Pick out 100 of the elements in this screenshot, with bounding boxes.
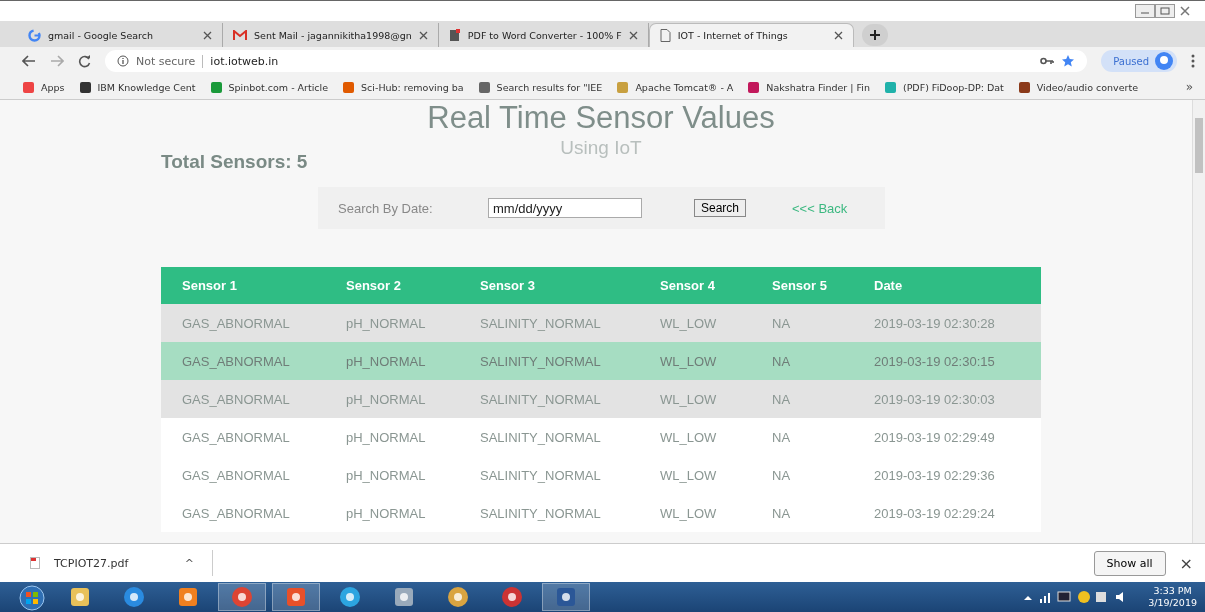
table-cell-text: 2019-03-19 02:30:28 <box>874 315 996 331</box>
table-cell-text: WL_LOW <box>660 467 718 483</box>
table-cell-text: NA <box>772 353 792 369</box>
bookmark-item[interactable]: Search results for "IEE <box>477 80 603 94</box>
close-icon[interactable] <box>203 30 212 40</box>
search-button[interactable]: Search <box>694 199 747 217</box>
bookmark-icon <box>616 80 630 94</box>
table-cell-text: WL_LOW <box>660 429 718 445</box>
profile-button[interactable]: Paused <box>1101 50 1177 72</box>
bookmark-label: Nakshatra Finder | Fin <box>766 81 870 93</box>
star-icon[interactable] <box>1061 54 1076 68</box>
bookmark-label: (PDF) FiDoop-DP: Dat <box>902 81 1004 93</box>
table-cell-text: pH_NORMAL <box>346 505 427 521</box>
table-cell-text: pH_NORMAL <box>346 353 427 369</box>
table-cell-text: NA <box>772 429 792 445</box>
page-subtitle: Using IoT <box>559 136 643 160</box>
table-cell-text: NA <box>772 391 792 407</box>
new-tab-icon[interactable] <box>861 24 888 46</box>
bookmark-item[interactable]: Spinbot.com - Article <box>209 80 329 94</box>
pdf-file-icon <box>30 557 40 569</box>
clock-time: 3:33 PM <box>1153 585 1192 597</box>
table-cell-text: GAS_ABNORMAL <box>182 467 291 483</box>
table-cell-text: 2019-03-19 02:29:36 <box>874 467 996 483</box>
table-cell-text: pH_NORMAL <box>346 429 427 445</box>
bookmark-item[interactable]: IBM Knowledge Cent <box>78 80 196 94</box>
bookmark-item[interactable]: Sci-Hub: removing ba <box>342 80 464 94</box>
column-header: Sensor 3 <box>480 278 536 293</box>
table-cell-text: WL_LOW <box>660 391 718 407</box>
bookmark-label: Apache Tomcat® - A <box>635 81 734 93</box>
table-cell-text: SALINITY_NORMAL <box>480 391 602 407</box>
bookmark-item[interactable]: Nakshatra Finder | Fin <box>747 80 870 94</box>
info-icon <box>117 55 129 67</box>
table-cell-text: 2019-03-19 02:29:49 <box>874 429 996 445</box>
tab-title: PDF to Word Converter - 100% F <box>467 29 622 41</box>
table-cell-text: SALINITY_NORMAL <box>480 353 602 369</box>
back-icon[interactable] <box>22 55 36 67</box>
table-cell-text: NA <box>772 505 792 521</box>
address-bar[interactable]: Not secure iot.iotweb.in <box>105 50 1088 72</box>
bookmark-icon <box>342 80 356 94</box>
menu-icon[interactable] <box>1191 54 1195 68</box>
taskbar-app-icon[interactable] <box>218 583 266 611</box>
bookmark-label: Apps <box>41 81 65 93</box>
bookmark-icon <box>209 80 223 94</box>
bookmark-icon <box>747 80 761 94</box>
download-item[interactable]: TCPIOT27.pdf ^ <box>30 550 213 576</box>
table-cell-text: WL_LOW <box>660 353 718 369</box>
caret-icon[interactable]: ^ <box>184 556 194 570</box>
close-icon[interactable] <box>628 30 638 40</box>
table-cell-text: 2019-03-19 02:30:03 <box>874 391 996 407</box>
reload-icon[interactable] <box>78 54 91 68</box>
table-cell-text: GAS_ABNORMAL <box>182 505 291 521</box>
browser-tab[interactable]: IOT - Internet of Things <box>648 23 854 47</box>
more-bookmarks[interactable]: » <box>1185 80 1193 94</box>
bookmark-icon <box>477 80 491 94</box>
close-icon[interactable] <box>833 31 843 40</box>
table-cell-text: pH_NORMAL <box>346 391 427 407</box>
table-cell-text: SALINITY_NORMAL <box>480 505 602 521</box>
bookmark-label: Spinbot.com - Article <box>228 81 329 93</box>
table-cell-text: WL_LOW <box>660 315 718 331</box>
bookmark-label: IBM Knowledge Cent <box>97 81 196 93</box>
table-cell-text: SALINITY_NORMAL <box>480 429 602 445</box>
bookmark-item[interactable]: Video/audio converte <box>1017 80 1138 94</box>
bookmark-icon <box>22 80 35 94</box>
bookmark-label: Search results for "IEE <box>496 81 603 93</box>
table-cell-text: 2019-03-19 02:30:15 <box>874 353 996 369</box>
document-icon <box>448 28 461 42</box>
table-cell-text: GAS_ABNORMAL <box>182 429 291 445</box>
table-cell-text: GAS_ABNORMAL <box>182 353 291 369</box>
bookmark-item[interactable]: Apps <box>22 80 65 94</box>
google-icon <box>28 28 41 42</box>
taskbar-app-icon[interactable] <box>542 583 590 611</box>
page-title: Real Time Sensor Values <box>426 100 776 136</box>
table-cell-text: SALINITY_NORMAL <box>480 467 602 483</box>
date-field[interactable]: mm/dd/yyyy <box>488 198 642 218</box>
table-cell-text: WL_LOW <box>660 505 718 521</box>
table-cell-text: pH_NORMAL <box>346 467 427 483</box>
bookmark-item[interactable]: (PDF) FiDoop-DP: Dat <box>883 80 1004 94</box>
bookmark-icon <box>78 80 92 94</box>
bookmark-item[interactable]: Apache Tomcat® - A <box>616 80 734 94</box>
search-label: Search By Date: <box>338 200 434 216</box>
file-name: TCPIOT27.pdf <box>54 556 129 570</box>
table-cell-text: GAS_ABNORMAL <box>182 391 291 407</box>
table-cell-text: NA <box>772 315 792 331</box>
table-cell-text: 2019-03-19 02:29:24 <box>874 505 996 521</box>
column-header: Sensor 5 <box>772 278 828 293</box>
column-header: Date <box>874 278 904 293</box>
column-header: Sensor 1 <box>182 278 238 293</box>
clock-date: 3/19/2019 <box>1148 597 1197 609</box>
close-icon[interactable] <box>418 30 428 40</box>
show-all-button[interactable]: Show all <box>1093 550 1166 576</box>
scrollbar[interactable] <box>1192 100 1205 543</box>
mail-icon <box>233 29 247 41</box>
column-header: Sensor 2 <box>346 278 402 293</box>
bookmark-label: Sci-Hub: removing ba <box>361 81 464 93</box>
bookmark-icon <box>883 80 897 94</box>
tab-title: Sent Mail - jagannikitha1998@gn <box>254 29 412 41</box>
taskbar-app-icon[interactable] <box>272 583 320 611</box>
close-icon[interactable]: × <box>1179 553 1193 573</box>
avatar-icon <box>1155 52 1173 70</box>
key-icon[interactable] <box>1040 57 1055 65</box>
